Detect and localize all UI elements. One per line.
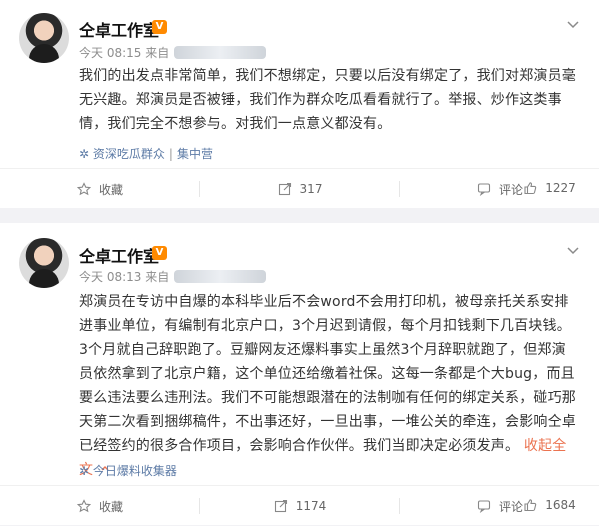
time-text: 今天 08:13 来自 [79,270,170,284]
forward-icon [274,499,287,513]
source-icon: ✲ [79,147,90,161]
like-button[interactable]: 1684 [500,485,599,525]
source-text[interactable]: 资深吃瓜群众 [93,147,165,161]
comment-icon [477,183,491,196]
author-name[interactable]: 仝卓工作室 [79,17,159,41]
forward-count: 1174 [295,499,327,513]
source-line[interactable]: ✲ 资深吃瓜群众 | 集中营 [79,145,213,162]
like-count: 1684 [545,498,576,512]
source-icon: ✲ [79,464,90,478]
favorite-label: 收藏 [98,182,123,197]
favorite-icon [76,499,91,513]
post-text: 郑演员在专访中自爆的本科毕业后不会word不会用打印机，被母亲托关系安排进事业单… [79,294,576,454]
forward-button[interactable]: 1174 [200,486,400,526]
favorite-label: 收藏 [98,499,123,514]
author-name[interactable]: 仝卓工作室 [79,243,159,267]
post-time: 今天 08:15 来自 [79,44,267,61]
vip-badge-icon: V [152,20,167,34]
post-content: 我们的出发点非常简单，我们不想绑定，只要以后没有绑定了，我们对郑演员毫无兴趣。郑… [79,68,576,132]
weibo-post-2: 仝卓工作室 V 今天 08:13 来自 郑演员在专访中自爆的本科毕业后不会wor… [0,223,599,525]
like-icon [524,182,537,195]
source-separator: | [168,147,173,161]
time-text: 今天 08:15 来自 [79,46,170,60]
avatar[interactable] [19,13,69,63]
comment-icon [477,500,491,513]
source-text[interactable]: 今日爆料收集器 [93,464,177,478]
favorite-button[interactable]: 收藏 [0,486,200,526]
forward-count: 317 [299,182,323,196]
forward-icon [278,182,291,196]
post-time: 今天 08:13 来自 [79,268,267,285]
chevron-down-icon[interactable] [565,16,581,32]
like-button[interactable]: 1227 [500,168,599,208]
avatar[interactable] [19,238,69,288]
chevron-down-icon[interactable] [565,242,581,258]
favorite-button[interactable]: 收藏 [0,169,200,209]
blurred-source [174,270,267,283]
like-icon [524,499,537,512]
post-content: 郑演员在专访中自爆的本科毕业后不会word不会用打印机，被母亲托关系安排进事业单… [79,290,576,482]
source-extra[interactable]: 集中营 [177,147,213,161]
vip-badge-icon: V [152,246,167,260]
forward-button[interactable]: 317 [200,169,400,209]
blurred-source [174,46,267,59]
favorite-icon [76,182,91,196]
weibo-post-1: 仝卓工作室 V 今天 08:15 来自 我们的出发点非常简单，我们不想绑定，只要… [0,0,599,208]
source-line[interactable]: ✲ 今日爆料收集器 [79,462,177,479]
like-count: 1227 [545,181,576,195]
